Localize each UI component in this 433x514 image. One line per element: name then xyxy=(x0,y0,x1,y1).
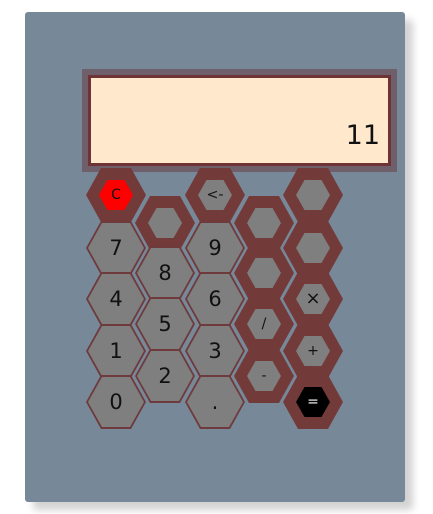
digit-6-label: 6 xyxy=(208,286,222,311)
digit-5-button[interactable]: 5 xyxy=(135,297,195,351)
calculator-body: 11 C 7 4 1 0 8 5 2 <- 9 6 3 . / - × + = xyxy=(25,12,405,502)
digit-3-label: 3 xyxy=(208,338,222,363)
digit-1-button[interactable]: 1 xyxy=(86,324,146,378)
digit-4-button[interactable]: 4 xyxy=(86,272,146,326)
digit-9-button[interactable]: 9 xyxy=(185,221,245,275)
backspace-label: <- xyxy=(206,187,224,203)
blank-key-col5-top[interactable] xyxy=(283,168,343,222)
blank-key-col4-top[interactable] xyxy=(234,196,294,250)
digit-6-button[interactable]: 6 xyxy=(185,272,245,326)
plus-label: + xyxy=(307,343,319,359)
digit-1-label: 1 xyxy=(109,338,123,363)
digit-2-button[interactable]: 2 xyxy=(135,349,195,403)
digit-3-button[interactable]: 3 xyxy=(185,324,245,378)
blank-key-col2[interactable] xyxy=(135,196,195,250)
display-value: 11 xyxy=(345,120,380,151)
blank-key-col4-mid[interactable] xyxy=(234,246,294,300)
multiply-button[interactable]: × xyxy=(283,272,343,326)
blank-key-col5-second[interactable] xyxy=(283,221,343,275)
plus-button[interactable]: + xyxy=(283,324,343,378)
clear-button[interactable]: C xyxy=(86,168,146,222)
minus-label: - xyxy=(261,368,267,384)
divide-button[interactable]: / xyxy=(234,297,294,351)
multiply-label: × xyxy=(305,288,321,309)
display-screen: 11 xyxy=(88,75,391,166)
backspace-button[interactable]: <- xyxy=(185,168,245,222)
minus-button[interactable]: - xyxy=(234,349,294,403)
digit-0-button[interactable]: 0 xyxy=(86,375,146,429)
digit-5-label: 5 xyxy=(158,311,172,336)
digit-7-label: 7 xyxy=(109,235,123,260)
digit-8-label: 8 xyxy=(158,260,172,285)
digit-9-label: 9 xyxy=(208,235,222,260)
equals-label: = xyxy=(307,394,319,410)
equals-button[interactable]: = xyxy=(283,375,343,429)
digit-4-label: 4 xyxy=(109,286,123,311)
decimal-point-label: . xyxy=(211,389,219,414)
clear-label: C xyxy=(111,187,121,203)
divide-label: / xyxy=(261,316,267,332)
digit-7-button[interactable]: 7 xyxy=(86,221,146,275)
digit-8-button[interactable]: 8 xyxy=(135,246,195,300)
decimal-point-button[interactable]: . xyxy=(185,375,245,429)
digit-0-label: 0 xyxy=(109,389,123,414)
display-frame: 11 xyxy=(82,69,397,172)
digit-2-label: 2 xyxy=(158,363,172,388)
